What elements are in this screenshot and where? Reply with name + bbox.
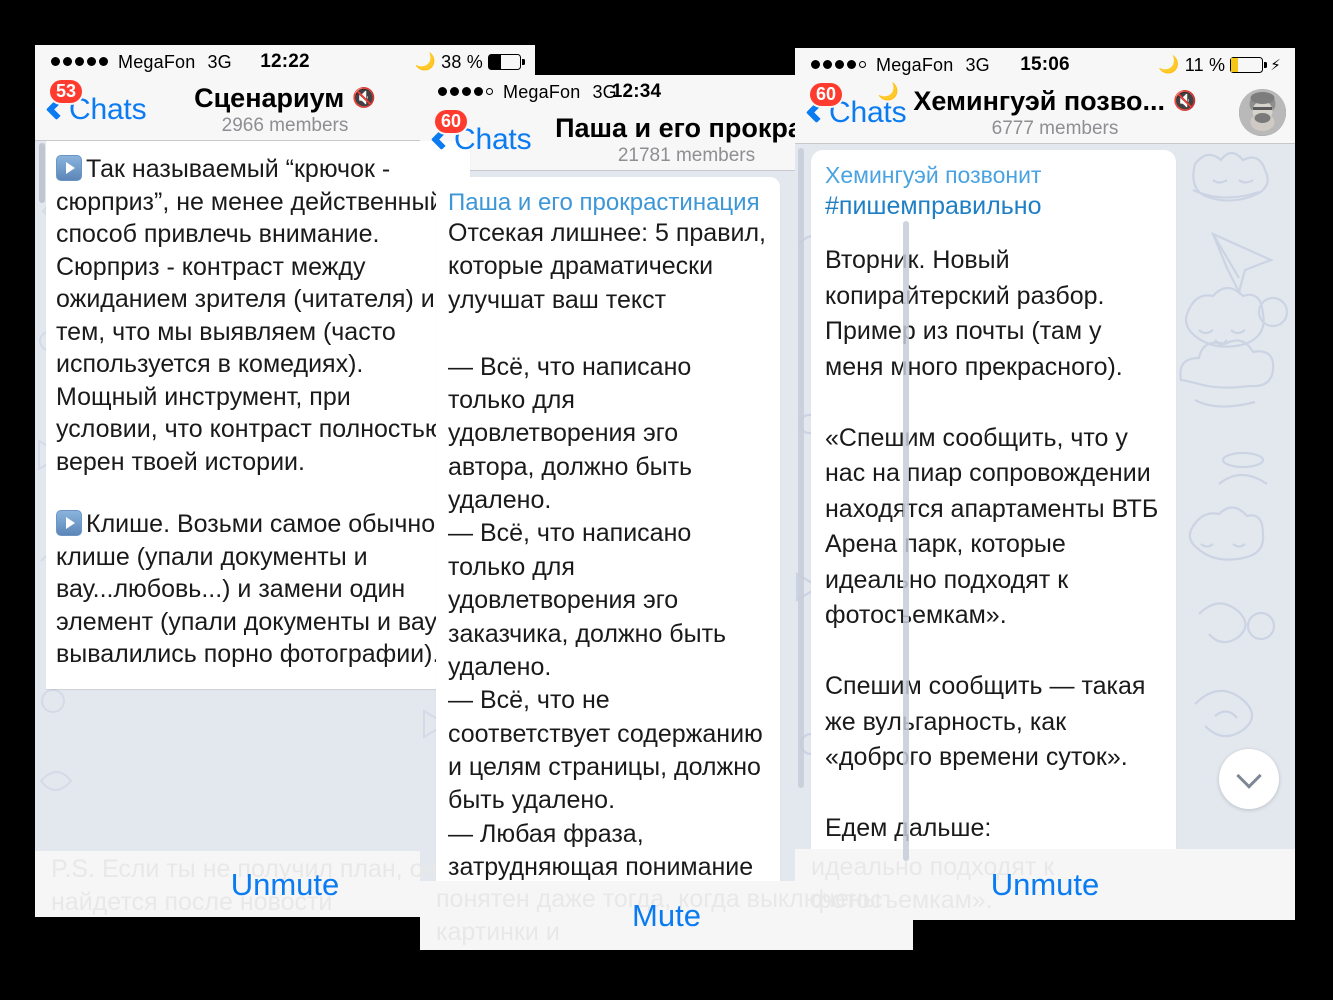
member-count: 21781 members: [617, 144, 756, 166]
nav-bar: 60 Chats Хемингуэй позво... 🔇 6777 membe…: [795, 80, 1295, 144]
mute-button-label[interactable]: Mute: [632, 898, 701, 934]
unread-badge: 60: [808, 80, 845, 108]
unmute-bar[interactable]: идеально подходят к фотосъемкам». Unmute: [795, 849, 1295, 920]
hemingway-portrait-icon: [1239, 89, 1286, 136]
network-type: 3G: [592, 81, 617, 102]
hashtag-link[interactable]: #пишемправильно: [825, 192, 1162, 221]
back-to-chats-button[interactable]: 60 Chats: [430, 107, 532, 157]
back-to-chats-button[interactable]: 60 Chats: [805, 80, 907, 130]
chat-title: Хемингуэй позво...: [913, 85, 1165, 116]
screenshot-canvas: MegaFon 3G 12:22 🌙 38 % 53 Chats Сценари…: [0, 0, 1333, 1000]
battery-icon: [1230, 57, 1267, 73]
moon-icon: 🌙: [414, 52, 437, 71]
play-icon: [56, 155, 82, 181]
scrollbar-thumb[interactable]: [903, 221, 909, 861]
muted-speaker-icon: 🔇: [352, 88, 376, 109]
status-bar: MegaFon 3G 12:22 🌙 38 %: [35, 45, 535, 79]
battery-icon: [488, 54, 525, 70]
message-bubble[interactable]: Хемингуэй позвонит #пишемправильно Вторн…: [811, 150, 1176, 849]
network-type: 3G: [965, 54, 990, 75]
signal-strength-icon: [438, 84, 496, 100]
message-text: Вторник. Новый копирайтерский разбор. Пр…: [825, 246, 1159, 842]
message-text-2: Клише. Возьми самое обычное клише (упали…: [56, 510, 456, 668]
carrier-name: MegaFon: [876, 54, 954, 75]
message-bubble[interactable]: Так называемый “крючок - сюрприз”, не ме…: [46, 141, 470, 689]
channel-name: Паша и его прокрастинация: [448, 189, 760, 216]
status-bar: MegaFon 3G 15:06 🌙 11 % ⚡: [795, 48, 1295, 82]
chat-title: Паша и его прокрас: [555, 112, 818, 143]
battery-percent: 38 %: [441, 51, 483, 72]
message-bubble[interactable]: Паша и его прокрастинация Отсекая лишнее…: [436, 177, 780, 881]
unread-badge: 53: [48, 77, 85, 105]
scrollbar-thumb[interactable]: [798, 148, 804, 788]
moon-icon: 🌙: [1158, 55, 1180, 74]
battery-percent: 11 %: [1184, 54, 1226, 75]
avatar[interactable]: [1239, 89, 1286, 136]
scroll-to-bottom-button[interactable]: [1219, 749, 1279, 809]
charging-bolt-icon: ⚡: [1270, 57, 1281, 74]
member-count: 2966 members: [221, 114, 349, 136]
scrollbar-thumb[interactable]: [39, 143, 45, 203]
chevron-down-icon: [1236, 763, 1262, 789]
message-text: Отсекая лишнее: 5 правил, которые драмат…: [448, 219, 766, 881]
chat-title: Сценариум: [194, 82, 345, 113]
network-type: 3G: [207, 51, 232, 72]
carrier-name: MegaFon: [503, 81, 581, 102]
message-text-1: Так называемый “крючок - сюрприз”, не ме…: [56, 155, 444, 476]
play-icon: [56, 510, 82, 536]
message-list[interactable]: Хемингуэй позвонит #пишемправильно Вторн…: [795, 144, 1295, 849]
back-to-chats-button[interactable]: 53 Chats: [45, 77, 147, 127]
signal-strength-icon: [51, 54, 111, 70]
carrier-name: MegaFon: [118, 51, 196, 72]
unmute-button-label[interactable]: Unmute: [231, 867, 340, 903]
signal-strength-icon: [811, 57, 869, 73]
muted-speaker-icon: 🔇: [1172, 91, 1197, 112]
phone-panel-hemingway: MegaFon 3G 15:06 🌙 11 % ⚡ 60 Chats Хемин…: [795, 48, 1295, 920]
unread-badge: 60: [433, 107, 470, 135]
member-count: 6777 members: [991, 117, 1119, 139]
unmute-button-label[interactable]: Unmute: [991, 867, 1100, 903]
channel-name: Хемингуэй позвонит: [825, 162, 1042, 188]
